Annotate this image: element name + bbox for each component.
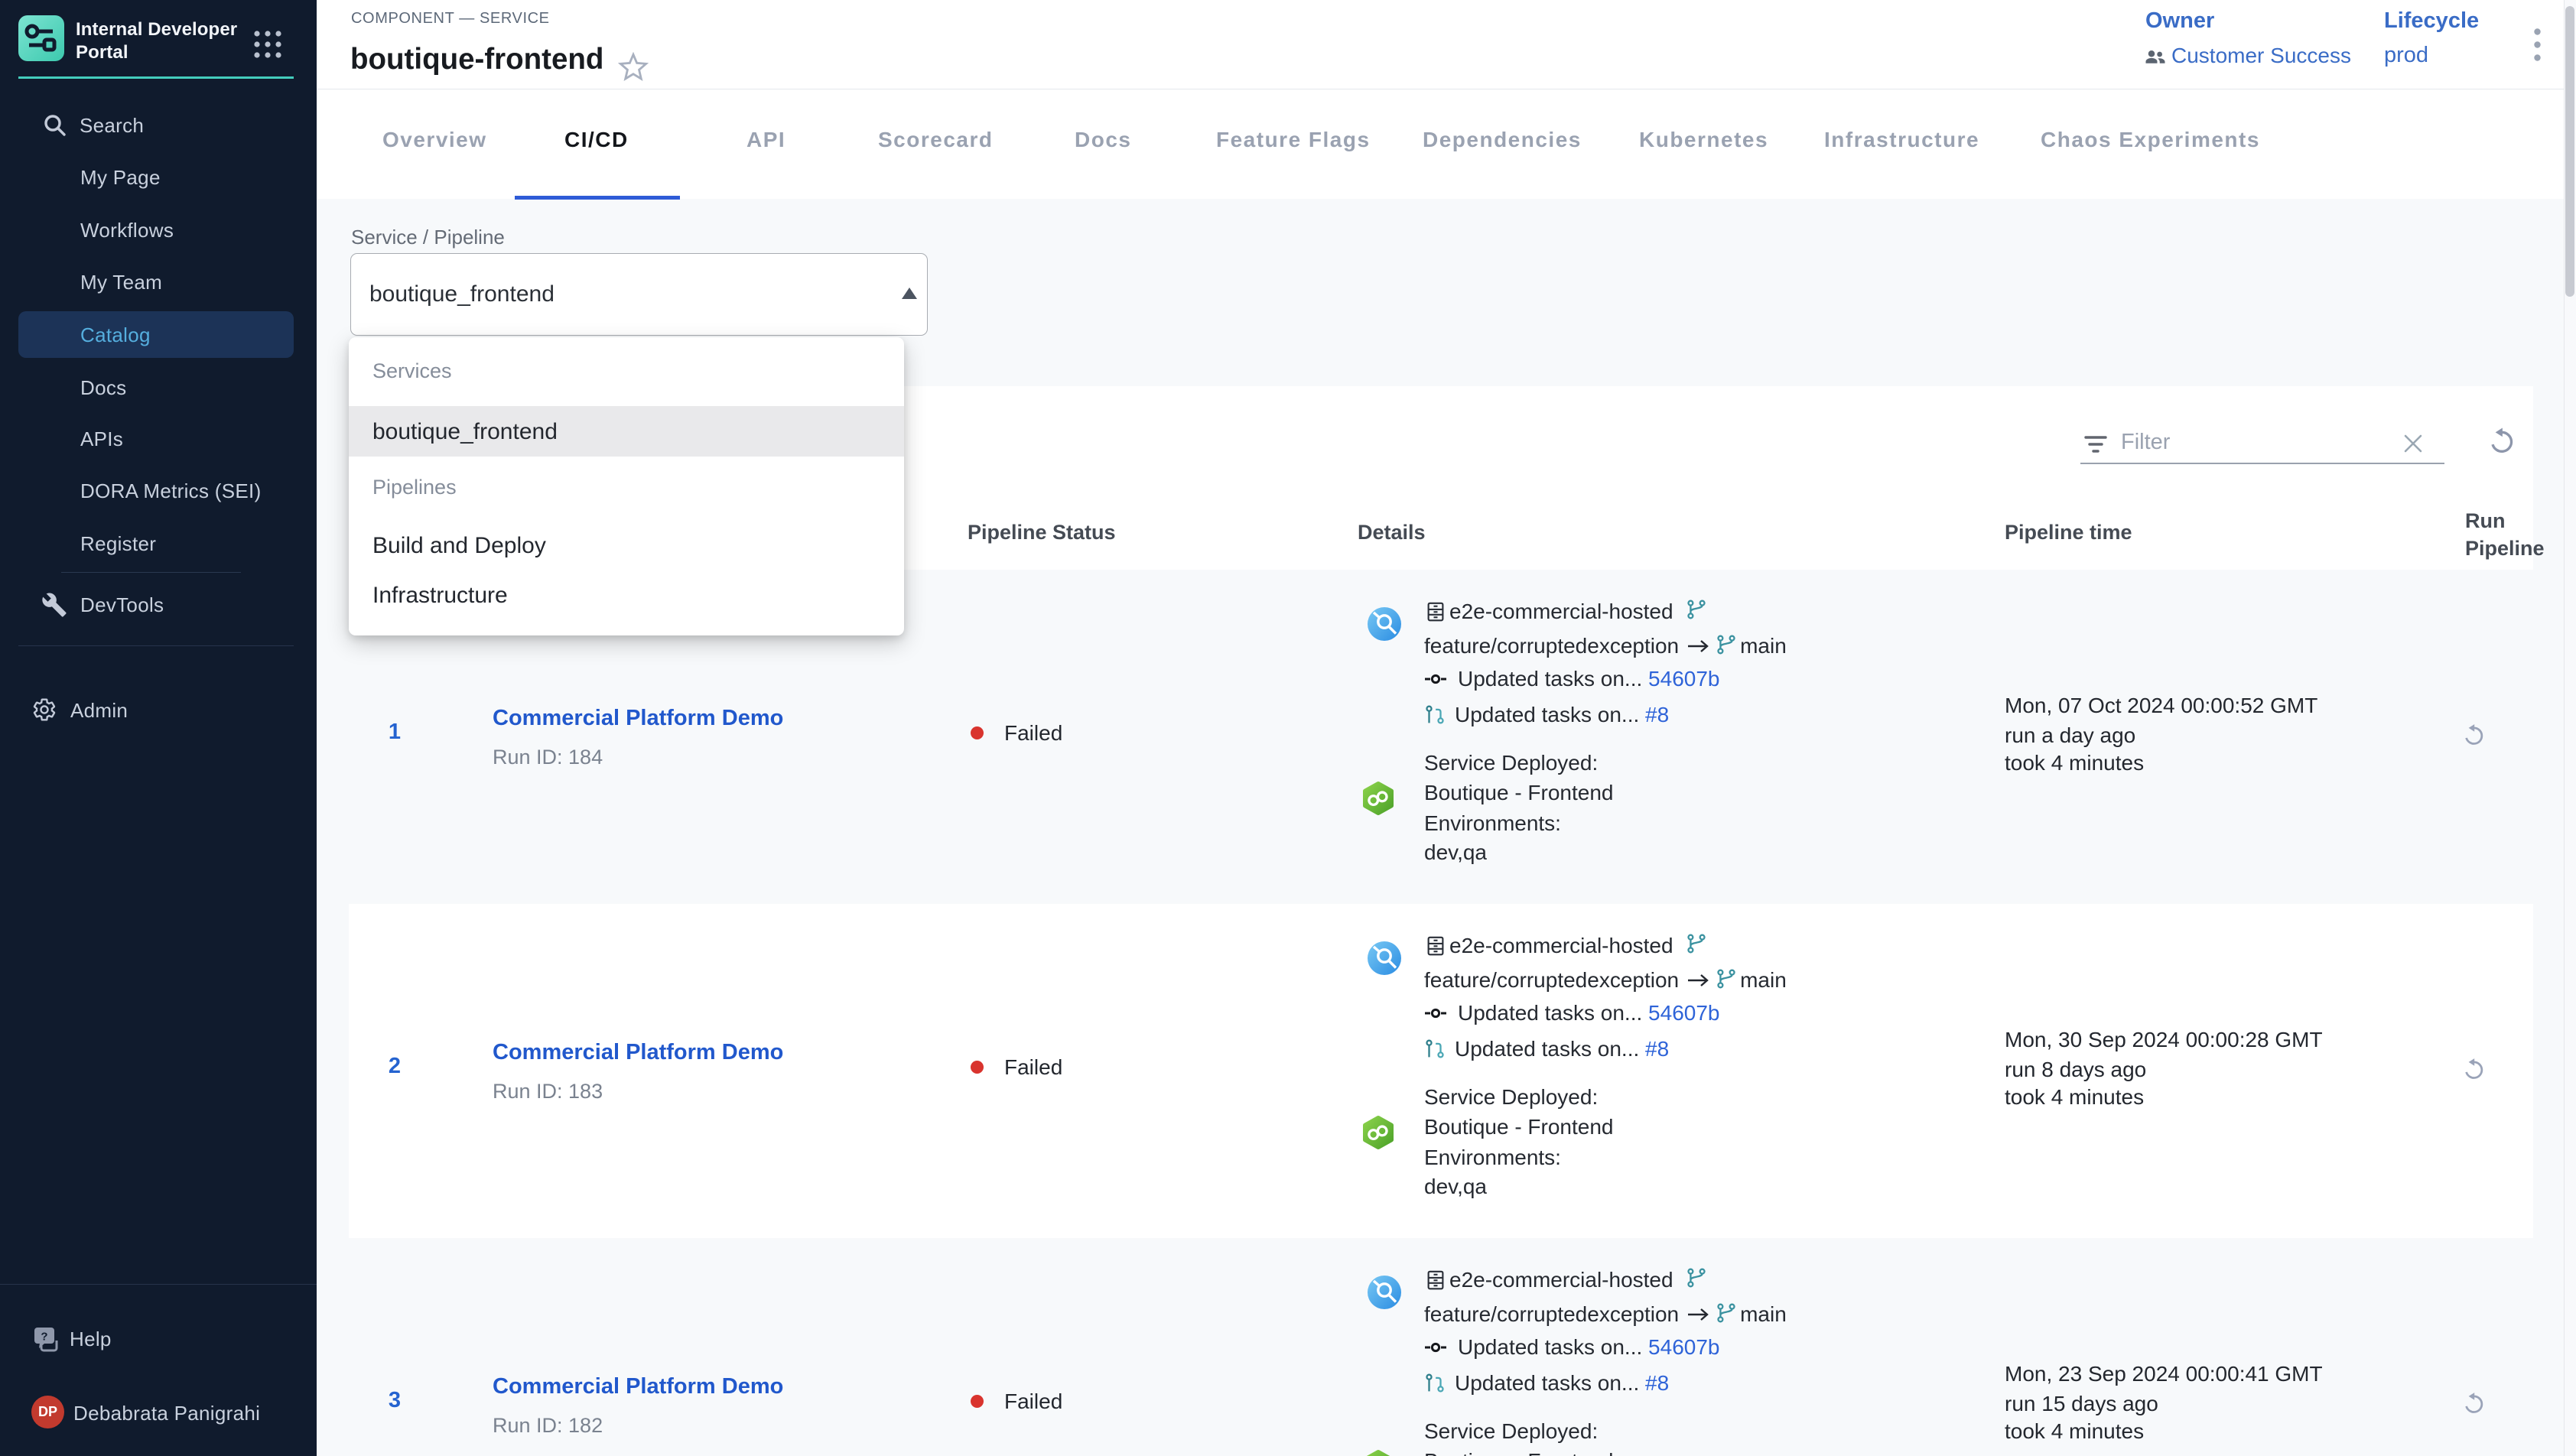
svg-text:?: ? — [41, 1331, 47, 1344]
